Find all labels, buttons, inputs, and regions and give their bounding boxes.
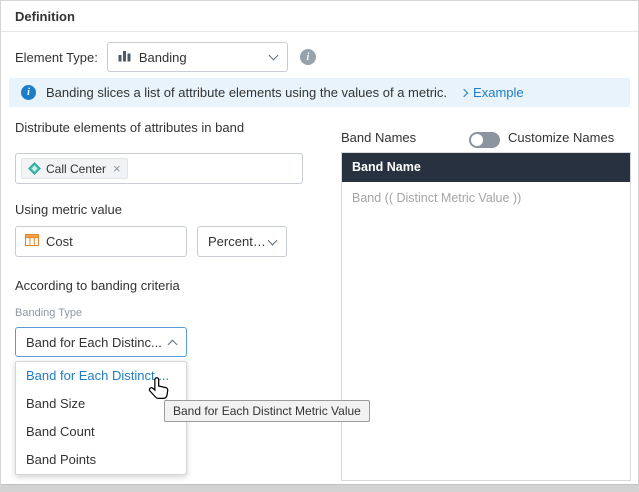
band-name-column-header: Band Name [342,153,630,182]
info-banner: i Banding slices a list of attribute ele… [9,78,630,107]
example-link[interactable]: Example [461,85,524,100]
value-mode-value: Percentage [208,234,269,249]
mouse-cursor-icon [147,376,170,406]
option-tooltip: Band for Each Distinct Metric Value [164,400,370,422]
panel-title: Definition [15,9,75,24]
element-type-value: Banding [139,50,270,65]
title-divider [1,31,638,32]
banding-type-select[interactable]: Band for Each Distinc... [15,327,187,357]
toggle-knob [471,134,483,146]
banding-criteria-label: According to banding criteria [15,278,180,293]
metric-field[interactable]: Cost [15,226,187,257]
element-type-row: Element Type: Banding i [15,42,316,72]
banding-type-value: Band for Each Distinc... [26,335,169,350]
chevron-down-icon [268,235,278,245]
attribute-diamond-icon [28,162,41,175]
menu-item-band-count[interactable]: Band Count [16,418,186,446]
panel-bottom-edge [1,484,638,491]
distribute-attributes-label: Distribute elements of attributes in ban… [15,120,244,135]
metric-name: Cost [46,234,73,249]
chevron-right-icon [460,88,468,96]
attribute-chip[interactable]: Call Center × [21,158,128,179]
info-glyph: i [306,52,309,63]
element-type-select[interactable]: Banding [107,42,288,72]
using-metric-label: Using metric value [15,202,122,217]
attribute-chip-label: Call Center [46,162,106,176]
attribute-elements-field[interactable]: Call Center × [15,153,303,184]
chevron-down-icon [268,51,278,61]
banding-type-label: Banding Type [15,307,82,319]
banding-chart-icon [118,49,131,65]
customize-names-label: Customize Names [508,130,614,145]
close-icon[interactable]: × [113,162,121,175]
table-row: Band (( Distinct Metric Value )) [342,182,630,214]
value-mode-select[interactable]: Percentage [197,226,287,257]
definition-panel: Definition Element Type: Banding i i Ban… [0,0,639,492]
customize-names-toggle[interactable] [469,132,500,148]
element-type-info-icon[interactable]: i [300,49,316,65]
info-glyph: i [27,87,30,98]
example-link-label: Example [473,85,524,100]
band-names-table: Band Name Band (( Distinct Metric Value … [341,152,631,481]
chevron-up-icon [168,339,178,349]
element-type-label: Element Type: [15,50,98,65]
metric-icon [25,234,39,249]
band-names-label: Band Names [341,130,416,145]
banner-info-icon: i [21,85,36,100]
menu-item-band-points[interactable]: Band Points [16,446,186,474]
banner-message: Banding slices a list of attribute eleme… [46,85,447,100]
